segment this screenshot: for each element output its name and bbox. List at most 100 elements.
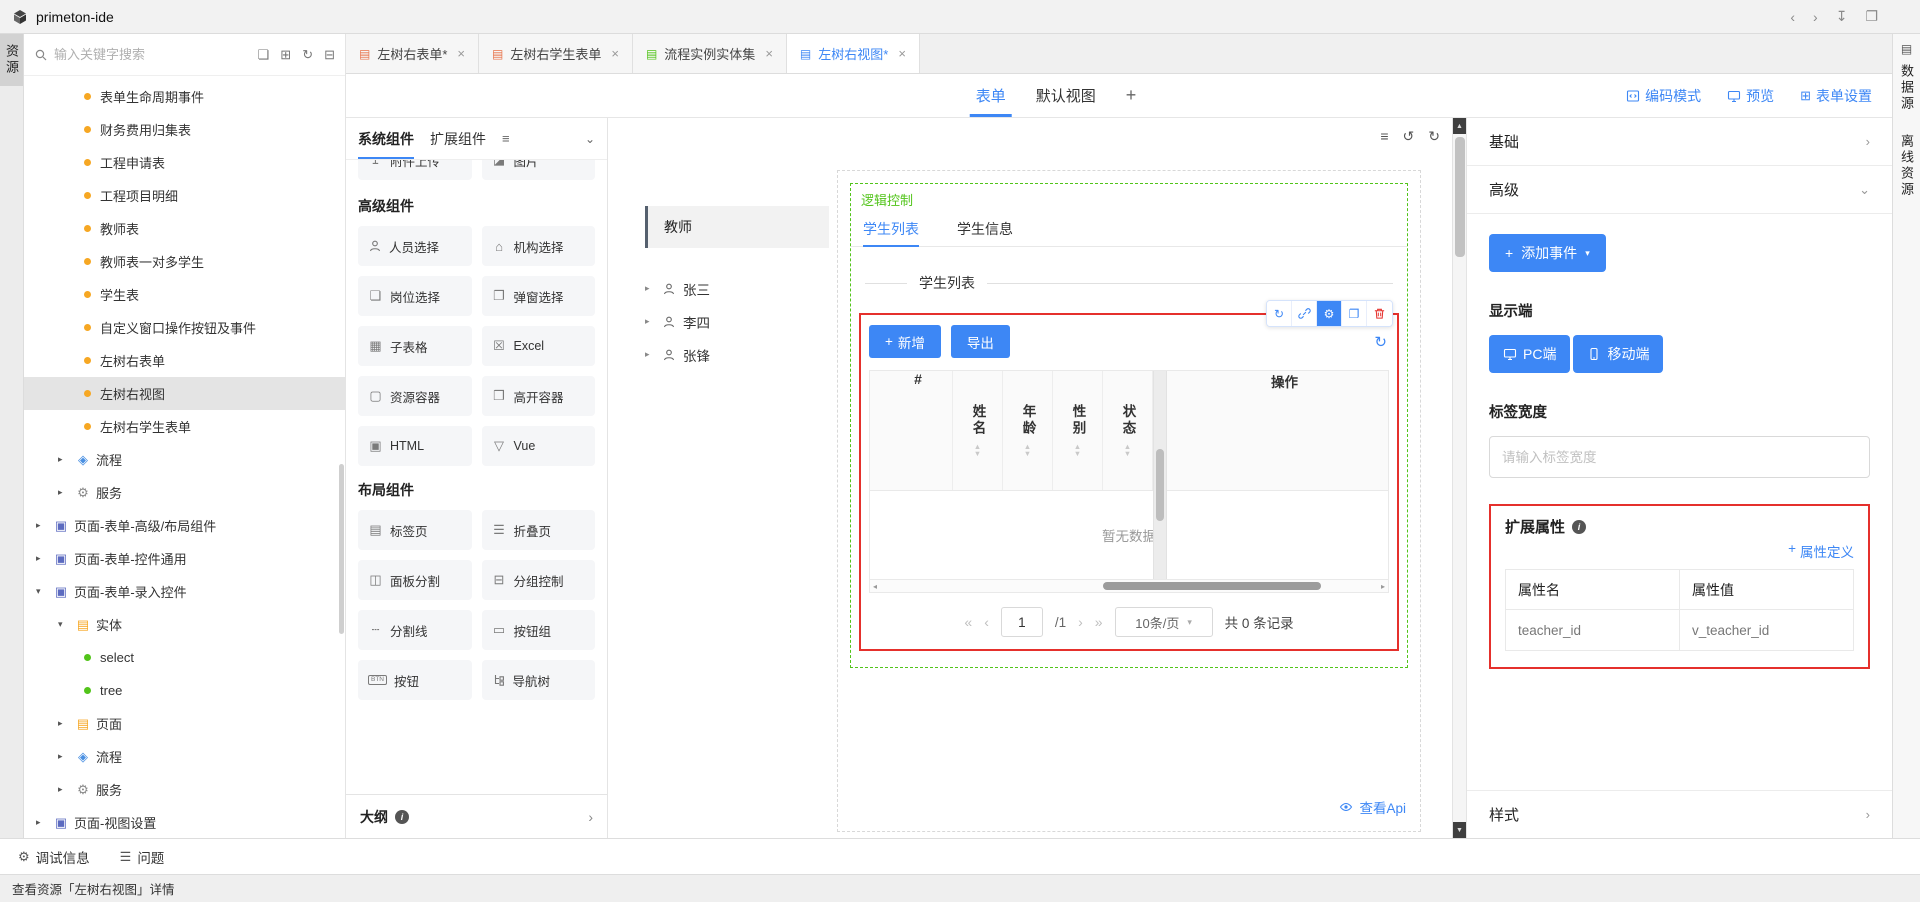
palette-item-procode-container[interactable]: ❒高开容器 bbox=[482, 376, 596, 416]
grid-horizontal-scrollbar-thumb[interactable] bbox=[1103, 582, 1321, 590]
scroll-down-button[interactable]: ▼ bbox=[1453, 822, 1467, 838]
property-value-cell[interactable]: v_teacher_id bbox=[1680, 610, 1853, 650]
export-button[interactable]: 导出 bbox=[951, 325, 1010, 358]
section-basic[interactable]: 基础 › bbox=[1467, 118, 1892, 166]
logic-control-container[interactable]: 逻辑控制 学生列表 学生信息 学生列表 ↻ ⚙ bbox=[850, 183, 1408, 668]
tree-item[interactable]: ▸▣页面-视图设置 bbox=[24, 806, 345, 838]
undo-icon[interactable]: ↺ bbox=[1403, 128, 1415, 145]
caret-down-icon[interactable]: ▾ bbox=[36, 586, 52, 597]
grid-column-age[interactable]: 年龄▲▼ bbox=[1003, 371, 1053, 490]
tab-student-info[interactable]: 学生信息 bbox=[957, 211, 1013, 246]
outline-icon[interactable]: ≡ bbox=[1380, 128, 1388, 145]
property-name-cell[interactable]: teacher_id bbox=[1506, 610, 1680, 650]
close-tab-icon[interactable]: × bbox=[765, 46, 773, 61]
form-design-area[interactable]: 逻辑控制 学生列表 学生信息 学生列表 ↻ ⚙ bbox=[837, 170, 1421, 832]
canvas-scrollbar[interactable]: ▲ ▼ bbox=[1452, 118, 1466, 838]
caret-right-icon[interactable]: ▸ bbox=[36, 817, 52, 828]
palette-item-panel-split[interactable]: ◫面板分割 bbox=[358, 560, 472, 600]
next-page-button[interactable]: › bbox=[1078, 614, 1083, 630]
tab-student-list[interactable]: 学生列表 bbox=[863, 211, 919, 246]
prev-page-button[interactable]: ‹ bbox=[984, 614, 989, 630]
palette-item-org-select[interactable]: ⌂机构选择 bbox=[482, 226, 596, 266]
tree-item[interactable]: 工程申请表 bbox=[24, 146, 345, 179]
palette-item-html[interactable]: ▣HTML bbox=[358, 426, 472, 466]
teacher-tree-node[interactable]: ▸张三 bbox=[645, 272, 829, 305]
label-width-input[interactable] bbox=[1489, 436, 1870, 478]
sort-icons[interactable]: ▲▼ bbox=[1124, 444, 1131, 457]
canvas-scrollbar-thumb[interactable] bbox=[1455, 137, 1465, 257]
editor-tab[interactable]: ▤ 流程实例实体集 × bbox=[633, 34, 787, 73]
palette-menu-icon[interactable]: ≡ bbox=[502, 131, 510, 146]
problems-tab[interactable]: ☰ 问题 bbox=[120, 847, 165, 867]
offline-resources-rail-tab[interactable]: 离线资源 bbox=[1897, 134, 1916, 198]
grid-vertical-scrollbar-thumb[interactable] bbox=[1156, 449, 1164, 521]
last-page-button[interactable]: » bbox=[1095, 614, 1103, 630]
refresh-tree-icon[interactable]: ↻ bbox=[302, 47, 313, 63]
caret-down-icon[interactable]: ▾ bbox=[58, 619, 74, 630]
tree-item-selected[interactable]: 左树右视图 bbox=[24, 377, 345, 410]
scroll-left-icon[interactable]: ◂ bbox=[873, 582, 877, 591]
tree-item[interactable]: ▸▤页面 bbox=[24, 707, 345, 740]
tree-item[interactable]: ▸⚙服务 bbox=[24, 773, 345, 806]
palette-item-popup-select[interactable]: ❐弹窗选择 bbox=[482, 276, 596, 316]
new-folder-icon[interactable]: ⊞ bbox=[280, 47, 291, 63]
link-icon[interactable] bbox=[1292, 301, 1317, 326]
design-canvas[interactable]: ≡ ↺ ↻ 教师 ▸张三 ▸李四 ▸张锋 逻辑 bbox=[608, 118, 1452, 838]
redo-icon[interactable]: ↻ bbox=[1428, 128, 1440, 145]
teacher-tree-header[interactable]: 教师 bbox=[645, 206, 829, 248]
debug-info-tab[interactable]: ⚙ 调试信息 bbox=[18, 847, 90, 867]
tree-item[interactable]: 自定义窗口操作按钮及事件 bbox=[24, 311, 345, 344]
sort-icons[interactable]: ▲▼ bbox=[974, 444, 981, 457]
palette-collapse-icon[interactable]: ⌄ bbox=[585, 132, 595, 146]
grid-vertical-scrollbar[interactable] bbox=[1153, 371, 1167, 579]
page-size-select[interactable]: 10条/页▾ bbox=[1115, 607, 1213, 637]
pc-display-button[interactable]: PC端 bbox=[1489, 335, 1570, 373]
table-row[interactable]: teacher_id v_teacher_id bbox=[1506, 610, 1853, 650]
outline-section[interactable]: 大纲 i › bbox=[346, 794, 607, 838]
add-property-link[interactable]: + 属性定义 bbox=[1505, 541, 1854, 561]
palette-item-post-select[interactable]: ❏岗位选择 bbox=[358, 276, 472, 316]
component-settings-icon[interactable]: ⚙ bbox=[1317, 301, 1342, 326]
first-page-button[interactable]: « bbox=[964, 614, 972, 630]
palette-item-button[interactable]: BTN按钮 bbox=[358, 660, 472, 700]
palette-item-divider[interactable]: ┄分割线 bbox=[358, 610, 472, 650]
datasource-rail-tab[interactable]: 数据源 bbox=[1897, 64, 1916, 112]
tree-item[interactable]: 教师表 bbox=[24, 212, 345, 245]
tree-item[interactable]: 学生表 bbox=[24, 278, 345, 311]
palette-item-image[interactable]: ◪图片 bbox=[482, 160, 596, 180]
tree-item[interactable]: 工程项目明细 bbox=[24, 179, 345, 212]
tree-item[interactable]: 教师表一对多学生 bbox=[24, 245, 345, 278]
import-resource-icon[interactable]: ❏ bbox=[258, 47, 270, 63]
close-tab-icon[interactable]: × bbox=[898, 46, 906, 61]
caret-right-icon[interactable]: ▸ bbox=[58, 751, 74, 762]
sync-icon[interactable]: ↻ bbox=[1267, 301, 1292, 326]
teacher-tree-node[interactable]: ▸张锋 bbox=[645, 338, 829, 371]
grid-refresh-icon[interactable]: ↻ bbox=[1374, 333, 1389, 351]
sort-icons[interactable]: ▲▼ bbox=[1024, 444, 1031, 457]
add-row-button[interactable]: +新增 bbox=[869, 325, 941, 358]
scroll-up-button[interactable]: ▲ bbox=[1453, 118, 1467, 134]
chevron-right-icon[interactable]: › bbox=[588, 809, 593, 825]
tree-item[interactable]: ▸◈流程 bbox=[24, 740, 345, 773]
add-event-button[interactable]: + 添加事件 ▾ bbox=[1489, 234, 1606, 272]
collapse-all-icon[interactable]: ⊟ bbox=[324, 47, 335, 63]
history-forward-icon[interactable]: › bbox=[1813, 9, 1818, 25]
panel-scrollbar-thumb[interactable] bbox=[339, 464, 344, 634]
delete-icon[interactable] bbox=[1367, 301, 1392, 326]
download-icon[interactable]: ↧ bbox=[1836, 8, 1848, 25]
mobile-display-button[interactable]: 移动端 bbox=[1573, 335, 1663, 373]
preview-button[interactable]: 预览 bbox=[1727, 86, 1774, 106]
restore-window-icon[interactable]: ❐ bbox=[1865, 8, 1878, 25]
close-tab-icon[interactable]: × bbox=[611, 46, 619, 61]
tree-item[interactable]: 财务费用归集表 bbox=[24, 113, 345, 146]
sort-icons[interactable]: ▲▼ bbox=[1074, 444, 1081, 457]
datasource-icon[interactable]: ▤ bbox=[1901, 42, 1912, 56]
selected-grid-component[interactable]: ↻ ⚙ ❐ +新增 导出 ↻ bbox=[859, 313, 1399, 651]
caret-right-icon[interactable]: ▸ bbox=[645, 316, 655, 327]
tree-item[interactable]: select bbox=[24, 641, 345, 674]
caret-right-icon[interactable]: ▸ bbox=[645, 283, 655, 294]
tab-default-view[interactable]: 默认视图 bbox=[1036, 74, 1096, 117]
palette-item-attachment-upload[interactable]: ↥附件上传 bbox=[358, 160, 472, 180]
tree-item[interactable]: 表单生命周期事件 bbox=[24, 80, 345, 113]
page-input[interactable] bbox=[1001, 607, 1043, 637]
